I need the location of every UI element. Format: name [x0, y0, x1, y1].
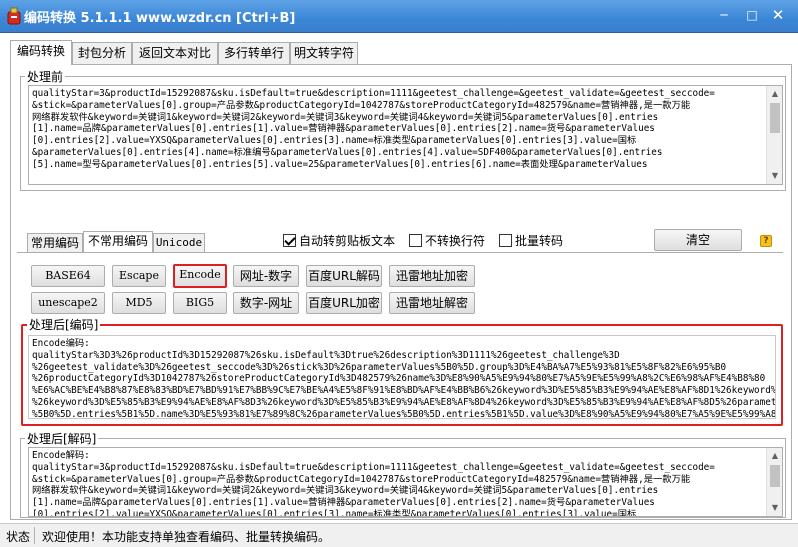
no-line-convert-label: 不转换行符: [425, 234, 486, 248]
before-legend: 处理前: [27, 70, 64, 84]
base64-button[interactable]: BASE64: [31, 265, 105, 287]
escape-button[interactable]: Escape: [112, 265, 166, 287]
checkbox-icon: [499, 234, 512, 247]
subtab-common[interactable]: 常用编码: [27, 233, 83, 253]
number-to-url-button[interactable]: 数字-网址: [233, 292, 299, 314]
auto-clipboard-label: 自动转剪贴板文本: [299, 234, 396, 248]
maximize-button[interactable]: □: [740, 5, 764, 25]
no-line-convert-checkbox[interactable]: 不转换行符: [409, 233, 485, 249]
main-panel: 处理前 qualityStar=3&productId=15292087&sku…: [10, 64, 792, 520]
encoded-textarea[interactable]: Encode编码: qualityStar%3D3%26productId%3D…: [28, 335, 776, 419]
baidu-url-decode-button[interactable]: 百度URL解码: [306, 265, 382, 287]
help-icon[interactable]: ?: [760, 235, 772, 247]
tab-packet-analysis[interactable]: 封包分析: [72, 42, 132, 64]
unescape2-button[interactable]: unescape2: [31, 292, 105, 314]
minimize-button[interactable]: ─: [712, 5, 736, 25]
subtab-uncommon[interactable]: 不常用编码: [83, 231, 153, 253]
status-divider: [34, 527, 35, 544]
scroll-thumb[interactable]: [770, 103, 780, 133]
big5-button[interactable]: BIG5: [173, 292, 227, 314]
scroll-thumb[interactable]: [770, 465, 780, 487]
window-title: 编码转换 5.1.1.1 www.wzdr.cn [Ctrl+B]: [24, 11, 296, 26]
decoded-legend: 处理后[解码]: [27, 432, 97, 446]
before-scrollbar[interactable]: ▲ ▼: [766, 86, 782, 184]
tab-return-text-compare[interactable]: 返回文本对比: [132, 42, 218, 64]
batch-convert-checkbox[interactable]: 批量转码: [499, 233, 563, 249]
checkbox-checked-icon: [283, 234, 296, 247]
before-text: qualityStar=3&productId=15292087&sku.isD…: [32, 88, 715, 170]
client-area: 编码转换 封包分析 返回文本对比 多行转单行 明文转字符 处理前 quality…: [0, 33, 798, 523]
close-button[interactable]: ✕: [766, 5, 790, 25]
auto-clipboard-checkbox[interactable]: 自动转剪贴板文本: [283, 233, 395, 249]
scroll-up-icon[interactable]: ▲: [767, 448, 782, 464]
decoded-scrollbar[interactable]: ▲ ▼: [766, 448, 782, 516]
url-to-number-button[interactable]: 网址-数字: [233, 265, 299, 287]
status-text: 欢迎使用！本功能支持单独查看编码、批量转换编码。: [42, 530, 331, 544]
encoded-text: Encode编码: qualityStar%3D3%26productId%3D…: [32, 338, 776, 419]
decoded-textarea[interactable]: Encode解码: qualityStar=3&productId=152920…: [28, 447, 783, 517]
decoded-text: Encode解码: qualityStar=3&productId=152920…: [32, 450, 715, 517]
thunder-decrypt-button[interactable]: 迅雷地址解密: [389, 292, 475, 314]
scroll-up-icon[interactable]: ▲: [767, 86, 782, 102]
thunder-encrypt-button[interactable]: 迅雷地址加密: [389, 265, 475, 287]
status-label: 状态: [6, 530, 31, 544]
tab-plaintext-to-char[interactable]: 明文转字符: [290, 42, 358, 64]
tab-encode-convert[interactable]: 编码转换: [10, 40, 72, 65]
scroll-down-icon[interactable]: ▼: [767, 500, 782, 516]
encode-button[interactable]: Encode: [173, 264, 227, 288]
scroll-down-icon[interactable]: ▼: [767, 168, 782, 184]
app-icon: [7, 7, 21, 25]
batch-convert-label: 批量转码: [515, 234, 564, 248]
encoded-legend: 处理后[编码]: [29, 318, 99, 332]
before-textarea[interactable]: qualityStar=3&productId=15292087&sku.isD…: [28, 85, 783, 185]
baidu-url-encrypt-button[interactable]: 百度URL加密: [306, 292, 382, 314]
checkbox-icon: [409, 234, 422, 247]
status-bar: 状态 欢迎使用！本功能支持单独查看编码、批量转换编码。: [0, 523, 798, 547]
subtab-unicode[interactable]: Unicode: [153, 233, 205, 253]
clear-button[interactable]: 清空: [654, 229, 742, 251]
md5-button[interactable]: MD5: [112, 292, 166, 314]
title-bar: 编码转换 5.1.1.1 www.wzdr.cn [Ctrl+B] ─ □ ✕: [0, 0, 798, 33]
subtab-divider: [17, 252, 783, 253]
tab-multiline-to-single[interactable]: 多行转单行: [218, 42, 290, 64]
